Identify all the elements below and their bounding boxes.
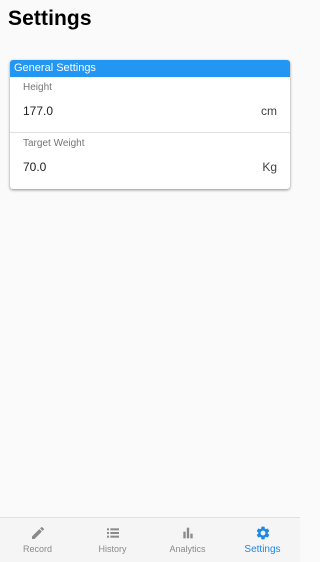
height-unit: cm bbox=[261, 104, 277, 118]
general-settings-card: General Settings Height 177.0 cm Target … bbox=[10, 60, 290, 189]
target-weight-input[interactable]: 70.0 bbox=[23, 160, 223, 174]
target-weight-unit: Kg bbox=[262, 160, 277, 174]
bar-chart-icon bbox=[182, 527, 193, 539]
height-field[interactable]: Height 177.0 cm bbox=[10, 77, 290, 133]
gear-icon bbox=[256, 526, 269, 540]
nav-record[interactable]: Record bbox=[0, 518, 75, 562]
nav-history-label: History bbox=[98, 544, 127, 554]
nav-settings-label: Settings bbox=[244, 544, 281, 555]
nav-analytics-label: Analytics bbox=[169, 544, 206, 554]
list-icon bbox=[106, 528, 119, 538]
page-title: Settings bbox=[8, 7, 92, 30]
target-weight-field[interactable]: Target Weight 70.0 Kg bbox=[10, 133, 290, 188]
nav-analytics[interactable]: Analytics bbox=[150, 518, 225, 562]
nav-history[interactable]: History bbox=[75, 518, 150, 562]
nav-settings[interactable]: Settings bbox=[225, 518, 300, 562]
nav-record-label: Record bbox=[22, 544, 52, 554]
height-input[interactable]: 177.0 bbox=[23, 104, 223, 118]
target-weight-label: Target Weight bbox=[23, 138, 85, 149]
height-label: Height bbox=[23, 82, 52, 93]
pencil-icon bbox=[31, 526, 44, 539]
bottom-nav: Record History Analytics Settings bbox=[0, 517, 300, 562]
card-header: General Settings bbox=[10, 60, 290, 77]
